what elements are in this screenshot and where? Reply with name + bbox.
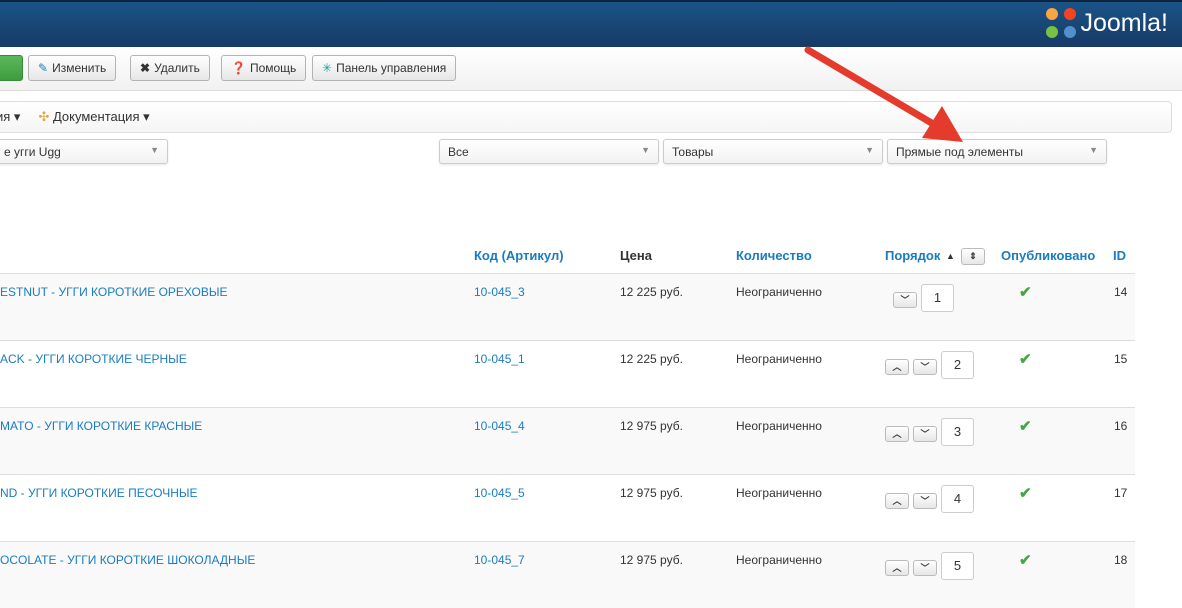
- annotation-arrow: [804, 46, 963, 142]
